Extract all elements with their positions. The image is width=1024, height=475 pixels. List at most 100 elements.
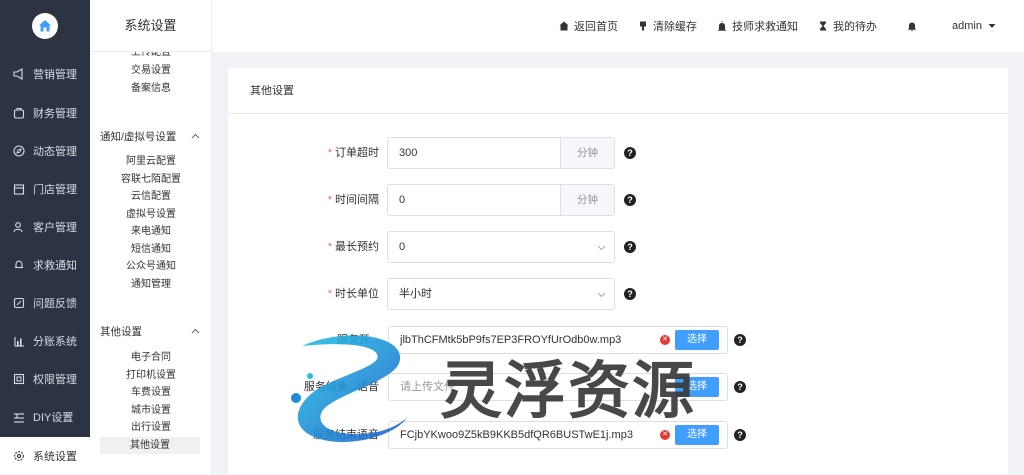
- diy-icon: [14, 413, 24, 423]
- duration-unit-select[interactable]: 半小时: [387, 278, 615, 310]
- choose-file-button[interactable]: 选择: [675, 425, 719, 445]
- submenu-group-label: 通知/虚拟号设置: [100, 131, 177, 143]
- users-icon: [13, 222, 23, 233]
- submenu-item-city[interactable]: 城市设置: [90, 402, 211, 419]
- submenu-item-trade[interactable]: 交易设置: [90, 62, 211, 79]
- unit-addon: 分钟: [560, 185, 614, 215]
- submenu-group-other[interactable]: 其他设置: [100, 324, 200, 339]
- bell-icon: [908, 22, 917, 31]
- submenu-item-notify-manage[interactable]: 通知管理: [90, 276, 211, 293]
- order-timeout-input[interactable]: 300 分钟: [387, 137, 615, 169]
- chevron-up-icon: [191, 133, 200, 139]
- submenu-group-notify[interactable]: 通知/虚拟号设置: [100, 129, 200, 144]
- help-icon[interactable]: ?: [624, 241, 636, 253]
- nav-item-rescue[interactable]: 求救通知: [0, 246, 90, 284]
- duration-unit-label: * 时长单位: [327, 288, 379, 300]
- service-end-audio-field: FCjbYKwoo9Z5kB9KKB5dfQR6BUSTwE1j.mp3 ✕ 选…: [388, 421, 728, 449]
- service-start-audio-label: 服务开...: [336, 334, 379, 346]
- chart-icon: [14, 337, 24, 347]
- submenu-item-aliyun[interactable]: 阿里云配置: [90, 153, 211, 170]
- nav-item-store[interactable]: 门店管理: [0, 170, 90, 208]
- home-icon: [559, 21, 569, 31]
- nav-item-label: 营销管理: [33, 69, 77, 81]
- submenu-item-ronglian[interactable]: 容联七陌配置: [90, 171, 211, 188]
- megaphone-icon: [13, 68, 23, 80]
- todo-link[interactable]: 我的待办: [818, 18, 877, 34]
- clear-cache-label: 清除缓存: [653, 21, 698, 33]
- notification-button[interactable]: [907, 21, 922, 31]
- chevron-up-icon: [191, 328, 200, 334]
- help-icon[interactable]: ?: [624, 194, 636, 206]
- required-mark: *: [327, 241, 332, 253]
- help-icon[interactable]: ?: [624, 147, 636, 159]
- service-end-audio-label: 服务结束语音: [313, 429, 379, 441]
- user-menu[interactable]: admin: [952, 20, 996, 32]
- nav-item-finance[interactable]: 财务管理: [0, 94, 90, 132]
- rescue-notify-link[interactable]: 技师求救通知: [717, 18, 798, 34]
- clear-file-icon[interactable]: ✕: [660, 430, 670, 440]
- nav-item-label: 系统设置: [33, 451, 77, 463]
- choose-file-button[interactable]: 选择: [675, 330, 719, 350]
- settings-submenu: 系统设置 上传配置 交易设置 备案信息 通知/虚拟号设置 阿里云配置 容联七陌配…: [90, 0, 212, 475]
- nav-item-marketing[interactable]: 营销管理: [0, 55, 90, 93]
- service-start-audio-field: jlbThCFMtk5bP9fs7EP3FROYfUrOdb0w.mp3 ✕ 选…: [388, 326, 728, 354]
- interval-input[interactable]: 0 分钟: [387, 184, 615, 216]
- submenu-title: 系统设置: [90, 0, 211, 52]
- max-booking-label: * 最长预约: [327, 241, 379, 253]
- interval-row: * 时间间隔 0 分钟 ?: [228, 184, 1008, 216]
- file-name: FCjbYKwoo9Z5kB9KKB5dfQR6BUSTwE1j.mp3: [400, 429, 633, 441]
- clear-file-icon[interactable]: ✕: [660, 335, 670, 345]
- nav-item-customer[interactable]: 客户管理: [0, 208, 90, 246]
- nav-item-split[interactable]: 分账系统: [0, 322, 90, 360]
- nav-item-label: 客户管理: [33, 222, 77, 234]
- interval-label: * 时间间隔: [327, 194, 379, 206]
- compass-icon: [13, 145, 25, 157]
- duration-unit-row: * 时长单位 半小时 ?: [228, 278, 1008, 310]
- nav-item-permission[interactable]: 权限管理: [0, 360, 90, 398]
- brush-icon: [640, 21, 647, 31]
- choose-file-button[interactable]: 选择: [675, 377, 719, 397]
- nav-item-diy[interactable]: DIY设置: [0, 398, 90, 436]
- nav-item-label: 门店管理: [33, 184, 77, 196]
- help-icon[interactable]: ?: [734, 381, 746, 393]
- nav-item-label: 动态管理: [33, 146, 77, 158]
- nav-item-label: DIY设置: [33, 412, 74, 424]
- gear-icon: [14, 451, 24, 461]
- submenu-item-printer[interactable]: 打印机设置: [90, 367, 211, 384]
- submenu-item-sms[interactable]: 短信通知: [90, 241, 211, 258]
- home-link[interactable]: 返回首页: [559, 18, 618, 34]
- nav-item-feedback[interactable]: 问题反馈: [0, 284, 90, 322]
- nav-item-label: 求救通知: [33, 260, 77, 272]
- home-logo-icon: [32, 13, 58, 39]
- submenu-item-contract[interactable]: 电子合同: [90, 349, 211, 366]
- service-end-prompt-field: 请上传文件 选择: [388, 373, 728, 401]
- max-booking-select[interactable]: 0: [387, 231, 615, 263]
- submenu-group-label: 其他设置: [100, 326, 142, 338]
- help-icon[interactable]: ?: [624, 288, 636, 300]
- help-icon[interactable]: ?: [734, 334, 746, 346]
- submenu-item-call[interactable]: 来电通知: [90, 223, 211, 240]
- submenu-item-yunxin[interactable]: 云信配置: [90, 188, 211, 205]
- logo[interactable]: [0, 0, 90, 52]
- top-header: 返回首页 清除缓存 技师求救通知 我的待办 admin: [212, 0, 1024, 52]
- nav-item-label: 财务管理: [33, 108, 77, 120]
- service-end-prompt-label: 服务结束...语音: [303, 381, 379, 393]
- rescue-notify-label: 技师求救通知: [732, 21, 799, 33]
- nav-item-label: 权限管理: [33, 374, 77, 386]
- panel-title: 其他设置: [228, 68, 1008, 114]
- submenu-item-other[interactable]: 其他设置: [100, 437, 200, 454]
- submenu-item-virtual[interactable]: 虚拟号设置: [90, 206, 211, 223]
- submenu-item-fare[interactable]: 车费设置: [90, 384, 211, 401]
- home-link-label: 返回首页: [574, 21, 619, 33]
- nav-item-system[interactable]: 系统设置: [0, 437, 90, 475]
- submenu-item-record[interactable]: 备案信息: [90, 80, 211, 97]
- submenu-item-wechat[interactable]: 公众号通知: [90, 258, 211, 275]
- required-mark: *: [327, 194, 332, 206]
- main-nav: 营销管理 财务管理 动态管理 门店管理 客户管理 求救通知 问题反馈 分账系统 …: [0, 0, 90, 475]
- submenu-item-travel[interactable]: 出行设置: [90, 419, 211, 436]
- max-booking-row: * 最长预约 0 ?: [228, 231, 1008, 263]
- help-icon[interactable]: ?: [734, 429, 746, 441]
- nav-item-dynamic[interactable]: 动态管理: [0, 132, 90, 170]
- wallet-icon: [13, 107, 25, 119]
- clear-cache-link[interactable]: 清除缓存: [638, 18, 697, 34]
